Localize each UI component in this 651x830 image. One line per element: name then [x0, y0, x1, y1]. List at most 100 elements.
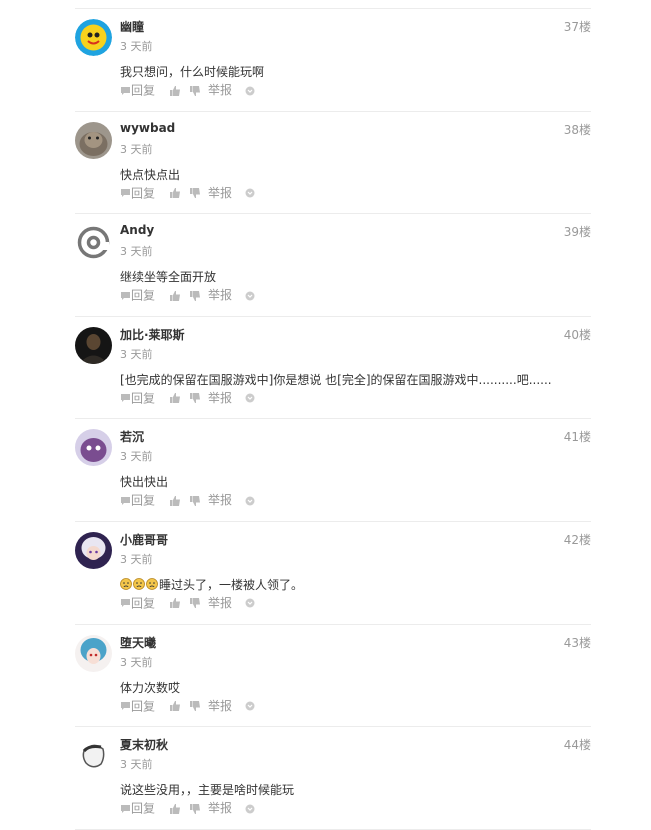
thumbs-down-icon	[189, 83, 201, 97]
chevron-down-icon	[245, 801, 255, 815]
avatar[interactable]	[75, 531, 112, 569]
floor-number: 43楼	[563, 635, 591, 650]
thumbs-up-icon	[169, 801, 181, 815]
reply-button[interactable]: 回复	[120, 699, 155, 713]
more-button[interactable]	[245, 83, 255, 97]
comment-text-body: 睡过头了，一楼被人领了。	[159, 577, 304, 592]
more-button[interactable]	[245, 391, 255, 405]
like-button[interactable]	[169, 596, 181, 610]
comment-text: [也完成的保留在国服游戏中]你是想说 也[完全]的保留在国服游戏中.......…	[120, 371, 552, 388]
comment-text-body: 说这些没用，，主要是啥时候能玩	[120, 783, 295, 798]
reply-icon	[120, 391, 131, 405]
thumbs-down-icon	[189, 288, 201, 302]
avatar[interactable]	[75, 19, 112, 56]
reply-button[interactable]: 回复	[120, 288, 155, 303]
report-button[interactable]: 举报	[208, 596, 232, 610]
more-button[interactable]	[245, 186, 255, 200]
reply-button[interactable]: 回复	[120, 493, 156, 508]
thumbs-down-icon	[189, 391, 201, 405]
dislike-button[interactable]	[189, 493, 201, 507]
reply-button[interactable]: 回复	[120, 596, 155, 610]
reply-button[interactable]: 回复	[120, 83, 156, 98]
dislike-button[interactable]	[189, 391, 201, 405]
like-button[interactable]	[169, 801, 181, 815]
more-button[interactable]	[245, 699, 255, 713]
comment-item: Andy 39楼 3 天前 继续坐等全面开放 回复 举报	[75, 214, 591, 317]
reply-icon	[120, 83, 131, 97]
more-button[interactable]	[245, 801, 255, 815]
comment-item: 幽瞳 37楼 3 天前 我只想问，什么时候能玩啊 回复 举报	[75, 9, 591, 112]
timestamp: 3 天前	[120, 245, 153, 259]
username[interactable]: 堕天曦	[120, 634, 156, 651]
comment-item: 加比·莱耶斯 40楼 3 天前 [也完成的保留在国服游戏中]你是想说 也[完全]的保留…	[75, 317, 591, 420]
thumbs-up-icon	[169, 288, 181, 302]
report-button[interactable]: 举报	[208, 699, 232, 713]
comment-text: 快点快点出	[120, 166, 180, 183]
comment-text-body: 快出快出	[120, 475, 169, 490]
report-button[interactable]: 举报	[208, 288, 232, 302]
like-button[interactable]	[169, 493, 181, 507]
username[interactable]: 加比·莱耶斯	[120, 326, 185, 343]
dislike-button[interactable]	[189, 596, 201, 610]
dislike-button[interactable]	[189, 186, 201, 200]
comment-text: 继续坐等全面开放	[120, 268, 216, 285]
like-button[interactable]	[169, 699, 181, 713]
reply-label: 回复	[131, 83, 156, 98]
dislike-button[interactable]	[189, 699, 201, 713]
avatar[interactable]	[75, 121, 112, 159]
like-button[interactable]	[169, 83, 181, 97]
timestamp: 3 天前	[120, 450, 153, 464]
dislike-button[interactable]	[189, 801, 201, 815]
like-button[interactable]	[169, 288, 181, 302]
like-button[interactable]	[169, 391, 181, 405]
avatar[interactable]	[75, 737, 112, 775]
username[interactable]: Andy	[120, 223, 154, 237]
more-button[interactable]	[245, 493, 255, 507]
reply-button[interactable]: 回复	[120, 186, 155, 200]
thumbs-up-icon	[169, 596, 181, 610]
like-button[interactable]	[169, 186, 181, 200]
username[interactable]: 小鹿哥哥	[120, 531, 168, 548]
comment-text-body: 我只想问，什么时候能玩啊	[120, 65, 265, 79]
username[interactable]: wywbad	[120, 121, 175, 135]
thumbs-down-icon	[189, 493, 201, 507]
chevron-down-icon	[245, 186, 255, 200]
more-button[interactable]	[245, 288, 255, 302]
avatar[interactable]	[75, 326, 112, 364]
username[interactable]: 若沉	[120, 428, 144, 445]
comment-text-body: 继续坐等全面开放	[120, 270, 217, 285]
floor-number: 44楼	[563, 738, 591, 753]
reply-label: 回复	[131, 596, 156, 611]
comment-text: 体力次数哎	[120, 679, 180, 696]
floor-number: 38楼	[563, 122, 591, 137]
thumbs-up-icon	[169, 699, 181, 713]
report-button[interactable]: 举报	[208, 493, 232, 507]
timestamp: 3 天前	[120, 40, 153, 53]
comment-item: 若沉 41楼 3 天前 快出快出 回复 举报	[75, 419, 591, 522]
chevron-down-icon	[245, 596, 255, 610]
avatar[interactable]	[75, 634, 112, 672]
username[interactable]: 幽瞳	[120, 18, 144, 35]
chevron-down-icon	[245, 493, 255, 507]
dislike-button[interactable]	[189, 83, 201, 97]
comment-text: 说这些没用，，主要是啥时候能玩	[120, 781, 294, 798]
reply-label: 回复	[131, 801, 156, 816]
avatar[interactable]	[75, 224, 112, 262]
comment-item: 夏末初秋 44楼 3 天前 说这些没用，，主要是啥时候能玩 回复 举报	[75, 727, 591, 830]
reply-label: 回复	[131, 493, 156, 508]
report-button[interactable]: 举报	[208, 186, 232, 200]
reply-button[interactable]: 回复	[120, 801, 156, 816]
username[interactable]: 夏末初秋	[120, 736, 168, 753]
more-button[interactable]	[245, 596, 255, 610]
report-button[interactable]: 举报	[208, 391, 232, 405]
thumbs-down-icon	[189, 699, 201, 713]
timestamp: 3 天前	[120, 347, 153, 361]
reply-button[interactable]: 回复	[120, 391, 155, 405]
dislike-button[interactable]	[189, 288, 201, 302]
report-button[interactable]: 举报	[208, 83, 232, 97]
report-button[interactable]: 举报	[208, 801, 232, 815]
thumbs-up-icon	[169, 391, 181, 405]
avatar[interactable]	[75, 429, 112, 467]
thumbs-down-icon	[189, 186, 201, 200]
chevron-down-icon	[245, 288, 255, 302]
